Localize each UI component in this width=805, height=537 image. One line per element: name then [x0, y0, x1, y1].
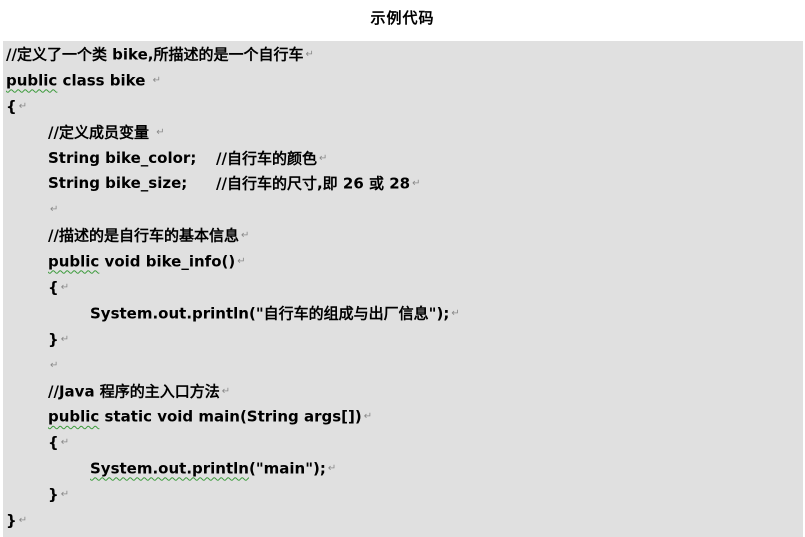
code-line-4: //定义成员变量 ↵	[3, 120, 803, 146]
code-line-3: {↵	[3, 94, 803, 120]
code-line-5: String bike_color; //自行车的颜色 ↵	[3, 146, 803, 172]
println-args: ("main");	[248, 459, 326, 478]
code-line-6: String bike_size; //自行车的尺寸,即 26 或 28 ↵	[3, 171, 803, 197]
main-signature: static void main(String args[])	[99, 407, 362, 426]
code-line-8: //描述的是自行车的基本信息 ↵	[3, 223, 803, 249]
code-line-9: public void bike_info() ↵	[3, 249, 803, 275]
bike-size-comment: //自行车的尺寸,即 26 或 28	[216, 174, 411, 193]
paragraph-mark-icon: ↵	[221, 385, 231, 397]
paragraph-mark-icon: ↵	[451, 307, 460, 319]
paragraph-mark-icon: ↵	[237, 256, 246, 268]
bike-color-field: String bike_color;	[48, 148, 197, 167]
class-comment: //定义了一个类 bike,所描述的是一个自行车	[6, 45, 304, 64]
paragraph-mark-icon: ↵	[318, 152, 328, 164]
paragraph-mark-icon: ↵	[305, 49, 314, 60]
paragraph-mark-icon: ↵	[363, 411, 373, 423]
paragraph-mark-icon: ↵	[240, 230, 250, 242]
open-brace: {	[48, 278, 59, 297]
code-line-2: public class bike ↵	[3, 68, 803, 94]
code-line-19: } ↵	[3, 508, 803, 534]
paragraph-mark-icon: ↵	[60, 489, 70, 501]
public-keyword: public	[48, 407, 100, 426]
bike-color-comment: //自行车的颜色	[216, 149, 317, 168]
paragraph-mark-icon: ↵	[18, 515, 28, 527]
close-brace: }	[48, 485, 59, 504]
println-info-statement: System.out.println("自行车的组成与出厂信息");	[90, 304, 450, 323]
paragraph-mark-icon: ↵	[50, 204, 59, 216]
paragraph-mark-icon: ↵	[18, 100, 28, 112]
code-block: //定义了一个类 bike,所描述的是一个自行车 ↵ public class b…	[3, 41, 803, 537]
paragraph-mark-icon: ↵	[50, 359, 59, 371]
close-brace: }	[6, 511, 17, 530]
code-line-15: public static void main(String args[]) ↵	[3, 404, 803, 430]
class-declaration: class bike	[57, 71, 151, 90]
paragraph-mark-icon: ↵	[60, 437, 70, 449]
info-comment: //描述的是自行车的基本信息	[48, 226, 239, 245]
code-line-16: {↵	[3, 430, 803, 456]
paragraph-mark-icon: ↵	[60, 333, 70, 345]
paragraph-mark-icon: ↵	[156, 126, 165, 138]
code-line-7: ↵	[3, 197, 803, 223]
bike-size-field: String bike_size;	[48, 174, 188, 193]
open-brace: {	[48, 433, 59, 452]
main-comment: //Java 程序的主入口方法	[48, 382, 220, 401]
println-call: System.out.println	[90, 459, 249, 478]
code-line-11: System.out.println("自行车的组成与出厂信息"); ↵	[3, 301, 803, 327]
paragraph-mark-icon: ↵	[327, 463, 337, 475]
code-line-13: ↵	[3, 353, 803, 379]
paragraph-mark-icon: ↵	[412, 178, 421, 190]
code-line-18: } ↵	[3, 482, 803, 508]
code-line-12: } ↵	[3, 327, 803, 353]
public-keyword: public	[48, 252, 100, 271]
members-comment: //定义成员变量	[48, 123, 155, 142]
close-brace: }	[48, 330, 59, 349]
code-line-17: System.out.println("main"); ↵	[3, 456, 803, 482]
bike-info-signature: void bike_info()	[99, 252, 236, 271]
page-title: 示例代码	[370, 9, 435, 27]
public-keyword: public	[6, 71, 58, 90]
code-line-10: {↵	[3, 275, 803, 301]
paragraph-mark-icon: ↵	[60, 282, 70, 294]
open-brace: {	[6, 97, 17, 116]
code-line-14: //Java 程序的主入口方法 ↵	[3, 379, 803, 405]
code-line-1: //定义了一个类 bike,所描述的是一个自行车 ↵	[3, 42, 803, 68]
paragraph-mark-icon: ↵	[152, 74, 162, 86]
